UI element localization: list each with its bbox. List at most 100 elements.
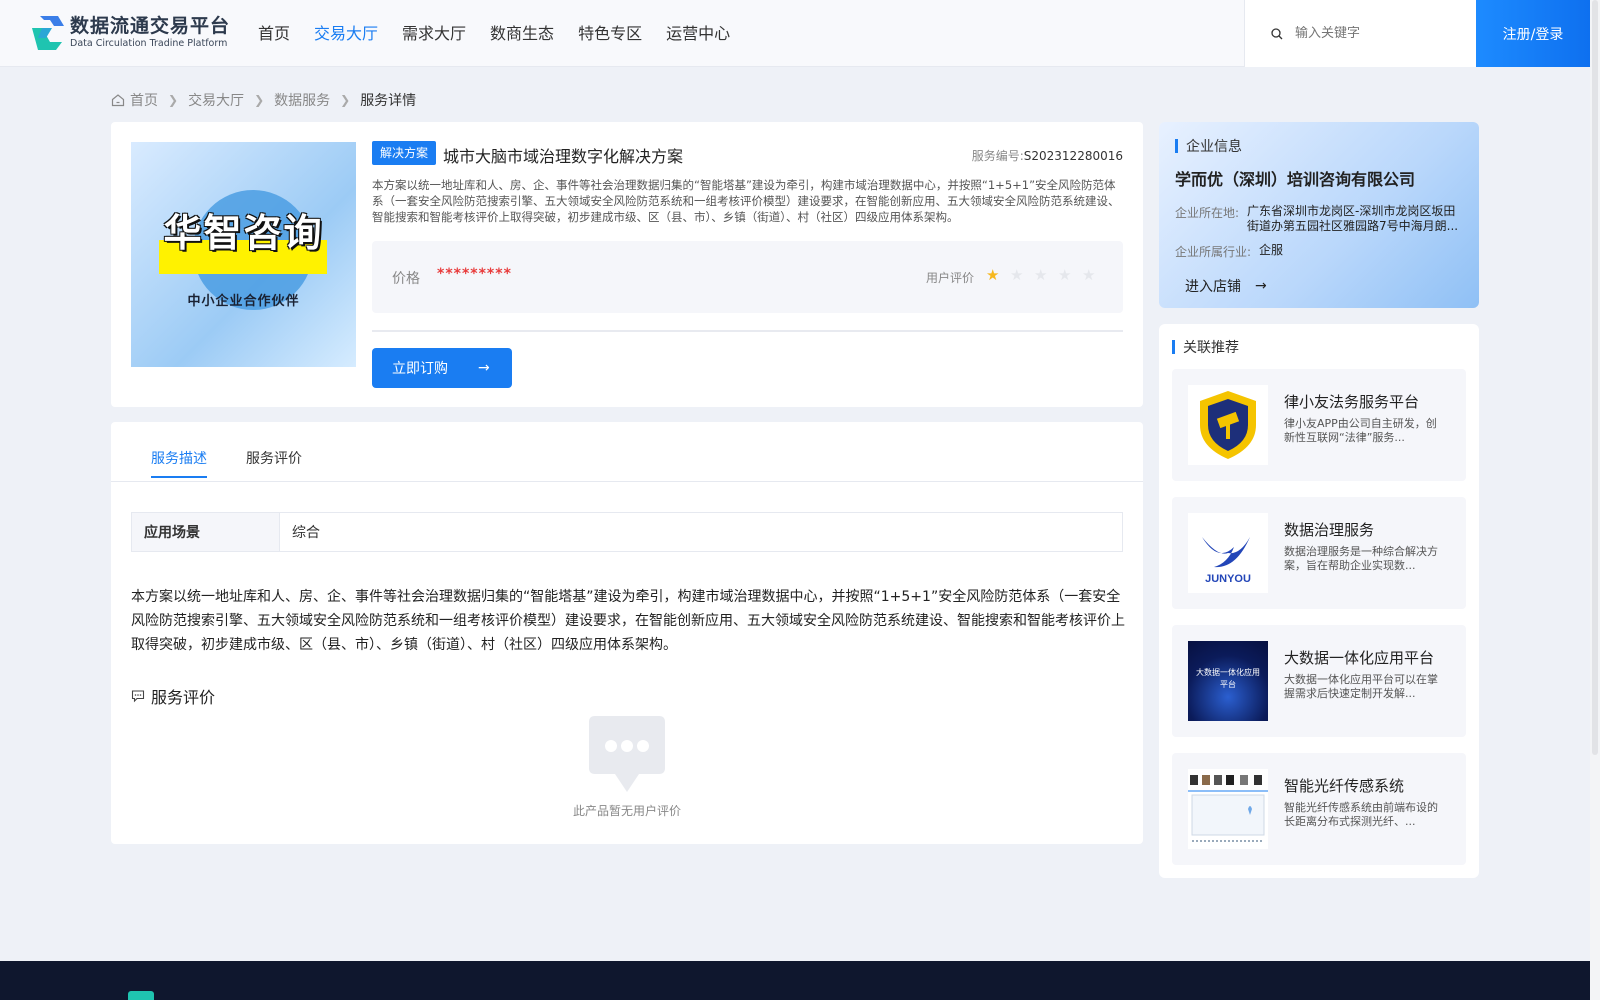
rating-label: 用户评价 [926,271,975,285]
service-summary: 本方案以统一地址库和人、房、企、事件等社会治理数据归集的“智能塔基”建设为牵引，… [372,178,1120,224]
scene-key: 应用场景 [132,513,280,551]
address-key: 企业所在地: [1175,206,1240,220]
recommend-section-label: 关联推荐 [1183,340,1239,356]
home-icon[interactable] [111,93,125,107]
service-number-value: S202312280016 [1023,149,1123,163]
recommend-item[interactable]: 律小友法务服务平台 律小友APP由公司自主研发，创新性互联网“法律”服务... [1172,369,1466,481]
scene-table: 应用场景 综合 [131,512,1123,552]
tab-description[interactable]: 服务描述 [151,448,207,478]
breadcrumb-current: 服务详情 [360,93,417,109]
arrow-right-icon: → [478,360,490,376]
company-industry-row: 企业所属行业: 企服 [1175,243,1477,260]
price-value: ********* [437,266,512,282]
recommend-name: 律小友法务服务平台 [1284,393,1420,411]
logo-title: 数据流通交易平台 [70,15,231,37]
nav-trading-hall[interactable]: 交易大厅 [314,22,378,46]
search-box [1244,0,1476,67]
company-name[interactable]: 学而优（深圳）培训咨询有限公司 [1175,166,1415,190]
scrollbar-thumb[interactable] [1592,0,1598,755]
star-icon: ★ [1010,266,1024,284]
star-icon: ★ [1034,266,1048,284]
breadcrumb-home[interactable]: 首页 [130,90,158,110]
recommend-thumb: 大数据一体化应用平台 [1188,641,1268,721]
enter-shop-link[interactable]: 进入店铺 → [1185,276,1267,296]
recommend-name: 数据治理服务 [1284,521,1375,539]
industry-key: 企业所属行业: [1175,245,1252,259]
recommend-thumb [1188,385,1268,465]
footer-logo-icon [128,991,154,1000]
chevron-right-icon: ❯ [340,93,351,107]
empty-comment-icon [589,716,665,792]
nav-home[interactable]: 首页 [258,22,290,46]
recommend-section-title: 关联推荐 [1172,337,1239,357]
breadcrumb-data-service[interactable]: 数据服务 [274,90,330,110]
recommend-thumb [1188,769,1268,849]
arrow-right-icon: → [1255,278,1267,294]
service-cover-image: 华智咨询 中小企业合作伙伴 [131,142,356,367]
logo-mark-icon [32,16,64,50]
service-detail-card: 服务描述 服务评价 应用场景 综合 本方案以统一地址库和人、房、企、事件等社会治… [111,422,1143,844]
rating-stars: ★ ★ ★ ★ ★ [986,266,1106,284]
fiber-sensing-thumb [1188,773,1268,842]
scene-value: 综合 [292,525,320,541]
related-recommendations: 关联推荐 律小友法务服务平台 律小友APP由公司自主研发，创新性互联网“法律”服… [1159,324,1479,878]
cover-subtitle: 中小企业合作伙伴 [187,294,300,309]
company-section-title: 企业信息 [1175,136,1242,156]
page-footer [0,961,1590,1000]
main-nav: 首页 交易大厅 需求大厅 数商生态 特色专区 运营中心 [258,22,754,46]
recommend-desc: 智能光纤传感系统由前端布设的长距离分布式探测光纤、... [1284,801,1438,828]
nav-operation-center[interactable]: 运营中心 [666,22,730,46]
section-bar [1172,340,1175,354]
top-header: 数据流通交易平台 Data Circulation Tradine Platfo… [0,0,1590,67]
company-info-card: 企业信息 学而优（深圳）培训咨询有限公司 企业所在地: 广东省深圳市龙岗区-深圳… [1159,122,1479,308]
search-input[interactable] [1295,26,1465,41]
junyou-logo-text: JUNYOU [1205,573,1251,585]
divider [372,330,1123,332]
recommend-item[interactable]: 智能光纤传感系统 智能光纤传感系统由前端布设的长距离分布式探测光纤、... [1172,753,1466,865]
reviews-heading: 服务评价 [131,684,215,708]
company-address-row: 企业所在地: 广东省深圳市龙岗区-深圳市龙岗区坂田街道办第五园社区雅园路7号中海… [1175,204,1465,234]
service-number: 服务编号:S202312280016 [972,147,1123,164]
enter-shop-label: 进入店铺 [1185,279,1241,295]
search-icon[interactable] [1271,27,1283,40]
service-title: 城市大脑市域治理数字化解决方案 [443,147,684,166]
star-icon: ★ [1082,266,1096,284]
recommend-name: 大数据一体化应用平台 [1284,649,1435,667]
recommend-item[interactable]: JUNYOU 数据治理服务 数据治理服务是一种综合解决方案，旨在帮助企业实现数.… [1172,497,1466,609]
cover-title: 华智咨询 [163,211,324,255]
service-summary-card: 华智咨询 中小企业合作伙伴 解决方案 城市大脑市域治理数字化解决方案 服务编号:… [111,122,1143,407]
shield-gavel-icon [1200,391,1256,459]
thumb-caption: 大数据一体化应用平台 [1196,668,1260,689]
recommend-desc: 大数据一体化应用平台可以在掌握需求后快速定制开发解... [1284,673,1438,700]
register-login-button[interactable]: 注册/登录 [1476,0,1590,67]
tab-reviews[interactable]: 服务评价 [246,448,302,476]
reviews-heading-label: 服务评价 [151,688,216,707]
chevron-right-icon: ❯ [254,93,265,107]
service-type-tag: 解决方案 [372,141,437,165]
chevron-right-icon: ❯ [168,93,179,107]
address-value: 广东省深圳市龙岗区-深圳市龙岗区坂田街道办第五园社区雅园路7号中海月朗... [1247,204,1459,233]
service-description: 本方案以统一地址库和人、房、企、事件等社会治理数据归集的“智能塔基”建设为牵引，… [131,589,1125,653]
star-icon: ★ [986,266,1000,284]
breadcrumb-trading-hall[interactable]: 交易大厅 [188,90,244,110]
logo-subtitle: Data Circulation Tradine Platform [70,38,228,49]
recommend-name: 智能光纤传感系统 [1284,777,1405,795]
detail-tabs: 服务描述 服务评价 [111,422,1143,482]
recommend-thumb: JUNYOU [1188,513,1268,593]
recommend-item[interactable]: 大数据一体化应用平台 大数据一体化应用平台 大数据一体化应用平台可以在掌握需求后… [1172,625,1466,737]
buy-now-label: 立即订购 [392,361,448,377]
empty-reviews-text: 此产品暂无用户评价 [572,804,681,818]
price-box: 价格 ********* 用户评价 ★ ★ ★ ★ ★ [372,241,1123,313]
industry-value: 企服 [1259,243,1284,257]
service-number-label: 服务编号: [971,149,1024,163]
buy-now-button[interactable]: 立即订购 → [372,348,512,388]
comment-icon [131,690,145,703]
recommend-desc: 律小友APP由公司自主研发，创新性互联网“法律”服务... [1284,417,1437,444]
breadcrumb: 首页 ❯ 交易大厅 ❯ 数据服务 ❯ 服务详情 [111,90,416,110]
recommend-desc: 数据治理服务是一种综合解决方案，旨在帮助企业实现数... [1284,545,1438,572]
nav-special-zone[interactable]: 特色专区 [578,22,642,46]
nav-ecosystem[interactable]: 数商生态 [490,22,554,46]
price-label: 价格 [392,271,420,287]
platform-logo[interactable]: 数据流通交易平台 Data Circulation Tradine Platfo… [28,14,230,52]
nav-demand-hall[interactable]: 需求大厅 [402,22,466,46]
